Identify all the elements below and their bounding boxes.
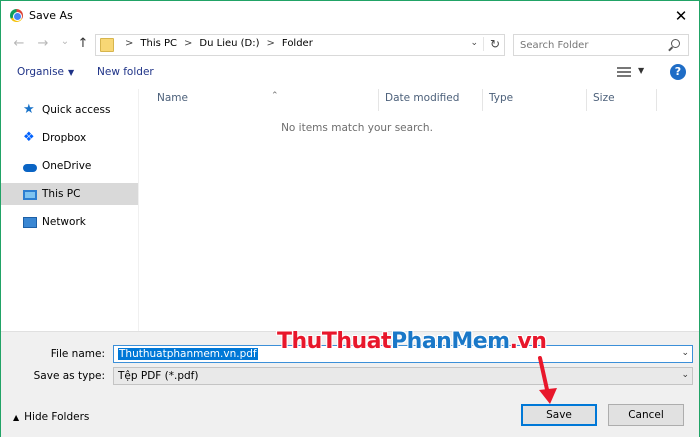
address-dropdown-chevron-icon[interactable]: ⌄ [470,38,478,48]
help-icon[interactable]: ? [670,64,686,80]
new-folder-button[interactable]: New folder [97,66,154,78]
sidebar-item-dropbox[interactable]: ❖ Dropbox [1,127,138,149]
save-as-type-select[interactable]: Tệp PDF (*.pdf) ⌄ [113,367,693,385]
star-icon: ★ [23,102,35,117]
command-toolbar: Organise ▼ New folder ▼ ? [1,59,699,85]
column-header-date-modified[interactable]: Date modified [379,89,483,111]
sort-ascending-icon: ⌃ [271,91,279,101]
title-bar: Save As ✕ [1,1,699,31]
up-arrow-icon[interactable]: ↑ [75,36,91,52]
dropbox-icon: ❖ [23,130,35,145]
chevron-up-icon: ▲ [13,413,20,422]
breadcrumb-this-pc[interactable]: This PC [140,38,177,49]
chevron-down-icon: ▼ [68,68,75,77]
cancel-button[interactable]: Cancel [608,404,684,426]
recent-locations-chevron-icon[interactable]: ⌄ [57,34,73,50]
watermark-part-1: ThuThuat [277,329,392,354]
save-as-dialog: Save As ✕ ← → ⌄ ↑ > This PC > Du Lieu (D… [0,0,700,437]
column-label: Name [157,92,188,104]
organise-button[interactable]: Organise ▼ [17,66,74,78]
cloud-icon [23,164,37,172]
hide-folders-label: Hide Folders [24,411,90,423]
view-options-icon[interactable] [617,67,633,77]
sidebar-item-quick-access[interactable]: ★ Quick access [1,99,138,121]
column-header-size[interactable]: Size [587,89,657,111]
sidebar-item-label: Dropbox [42,132,87,144]
breadcrumb-separator: > [125,38,134,49]
breadcrumb-separator: > [266,38,275,49]
sidebar-item-label: Quick access [42,104,111,116]
breadcrumb-separator: > [184,38,193,49]
search-input[interactable] [520,38,665,52]
folder-icon [100,38,114,52]
breadcrumb-drive[interactable]: Du Lieu (D:) [199,38,259,49]
file-list[interactable]: Name ⌃ Date modified Type Size No items … [139,85,699,331]
watermark-part-2: PhanMem [391,329,510,354]
sidebar-item-this-pc[interactable]: This PC [1,183,138,205]
refresh-icon[interactable]: ↻ [482,37,500,51]
chevron-down-icon: ⌄ [681,370,689,380]
save-button[interactable]: Save [521,404,597,426]
organise-label: Organise [17,66,64,78]
network-icon [23,217,37,228]
chrome-icon [10,9,23,22]
forward-arrow-icon[interactable]: → [35,36,51,52]
watermark-part-3: .vn [509,329,547,354]
address-row: ← → ⌄ ↑ > This PC > Du Lieu (D:) > Folde… [1,31,699,59]
search-box[interactable] [513,34,689,56]
search-icon[interactable] [671,39,680,48]
thuthuatphanmem-watermark: ThuThuatPhanMem.vn [277,329,547,354]
address-bar[interactable]: > This PC > Du Lieu (D:) > Folder ⌄ ↻ [95,34,505,56]
chevron-down-icon[interactable]: ⌄ [681,348,689,358]
column-header-name[interactable]: Name ⌃ [151,89,379,111]
sidebar-item-label: This PC [42,188,81,200]
sidebar-item-network[interactable]: Network [1,211,138,233]
view-dropdown-chevron-icon[interactable]: ▼ [638,66,644,75]
file-name-label: File name: [50,348,105,360]
column-header-type[interactable]: Type [483,89,587,111]
red-arrow-annotation-icon [538,356,557,404]
hide-folders-button[interactable]: ▲ Hide Folders [13,411,89,423]
sidebar-item-label: Network [42,216,86,228]
breadcrumb-folder[interactable]: Folder [282,38,313,49]
sidebar-item-onedrive[interactable]: OneDrive [1,155,138,177]
navigation-pane: ★ Quick access ❖ Dropbox OneDrive This P… [1,89,139,331]
sidebar-item-label: OneDrive [42,160,92,172]
window-title: Save As [29,9,73,22]
empty-folder-message: No items match your search. [281,122,433,134]
breadcrumb: > This PC > Du Lieu (D:) > Folder [118,38,313,49]
close-button[interactable]: ✕ [671,6,691,26]
file-name-value: Thuthuatphanmem.vn.pdf [118,348,258,360]
save-as-type-label: Save as type: [33,370,105,382]
back-arrow-icon[interactable]: ← [11,36,27,52]
computer-icon [23,189,37,200]
save-as-type-value: Tệp PDF (*.pdf) [118,370,199,382]
